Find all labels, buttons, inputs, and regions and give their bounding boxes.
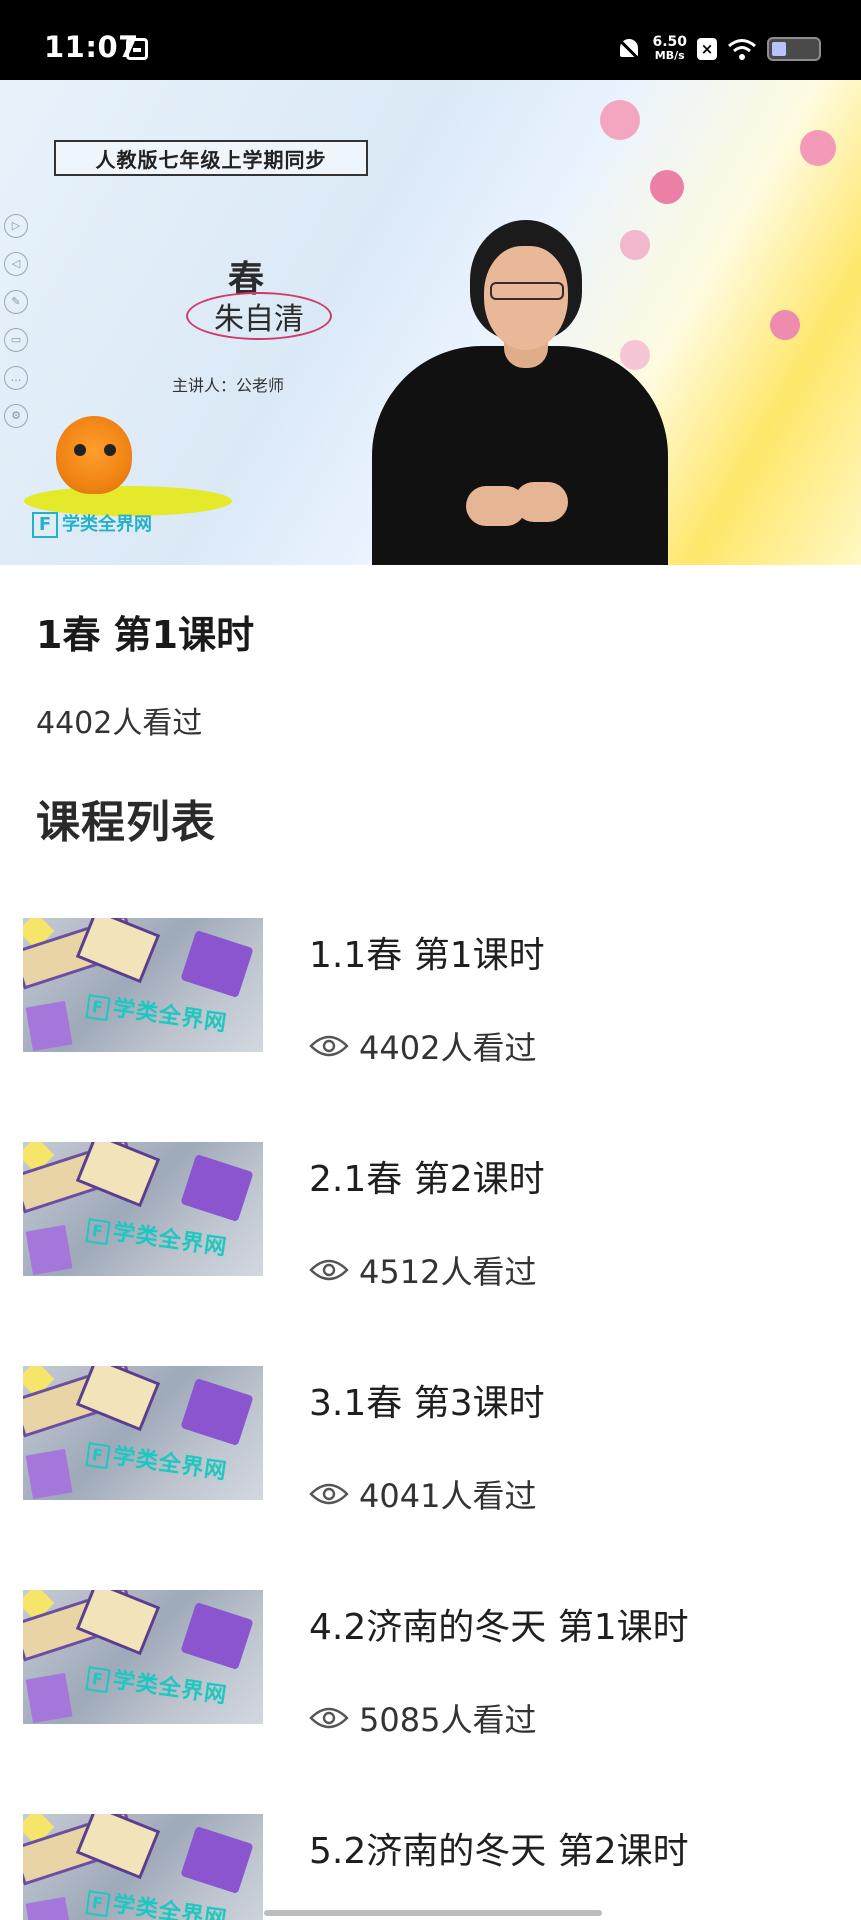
app-notification-icon xyxy=(126,38,148,60)
video-view-count: 4402人看过 xyxy=(36,706,203,741)
thumbnail-brand-text: 学类全界网 xyxy=(111,1891,229,1920)
x-badge-icon: × xyxy=(697,38,717,60)
course-list-item[interactable]: F 学类全界网 1.1春 第1课时 4402人看过 xyxy=(0,918,861,1088)
thumbnail-brand-text: 学类全界网 xyxy=(111,1219,229,1261)
course-meta: 4041人看过 xyxy=(309,1474,537,1515)
wifi-icon xyxy=(728,39,756,60)
eye-icon xyxy=(309,1707,349,1729)
thumbnail-brand: F 学类全界网 xyxy=(85,1882,229,1920)
course-list-item[interactable]: F 学类全界网 2.1春 第2课时 4512人看过 xyxy=(0,1142,861,1312)
network-speed-value: 6.50 xyxy=(652,34,687,50)
course-view-count: 4041人看过 xyxy=(359,1477,537,1515)
eye-icon xyxy=(309,1259,349,1281)
course-title[interactable]: 3.1春 第3课时 xyxy=(309,1374,545,1426)
status-icons: 6.50 MB/s × xyxy=(616,34,821,64)
battery-icon xyxy=(767,37,821,61)
blossom-decoration xyxy=(770,310,800,340)
status-time: 11:07 xyxy=(44,30,139,64)
course-list-item[interactable]: F 学类全界网 3.1春 第3课时 4041人看过 xyxy=(0,1366,861,1536)
bell-off-icon xyxy=(616,36,643,63)
thumbnail-brand: F 学类全界网 xyxy=(85,1210,229,1261)
teacher-figure xyxy=(372,220,668,565)
blossom-decoration xyxy=(650,170,684,204)
deer-mascot-icon xyxy=(56,416,132,494)
play-icon: ▷ xyxy=(4,214,28,238)
network-speed: 6.50 MB/s xyxy=(652,34,687,62)
back-icon: ◁ xyxy=(4,252,28,276)
brand-logo-text: 学类全界网 xyxy=(62,514,152,535)
thumbnail-brand-text: 学类全界网 xyxy=(111,1443,229,1485)
pen-icon: ✎ xyxy=(4,290,28,314)
course-title[interactable]: 2.1春 第2课时 xyxy=(309,1150,545,1202)
thumbnail-brand: F 学类全界网 xyxy=(85,986,229,1037)
course-list-item[interactable]: F 学类全界网 5.2济南的冬天 第2课时 xyxy=(0,1814,861,1920)
thumbnail-brand-text: 学类全界网 xyxy=(111,995,229,1037)
slide-author: 朱自清 xyxy=(186,292,332,340)
course-title[interactable]: 1.1春 第1课时 xyxy=(309,926,545,978)
video-player[interactable]: 人教版七年级上学期同步 春 朱自清 主讲人：公老师 ▷ ◁ ✎ ▭ … ⚙ F学… xyxy=(0,80,861,565)
course-thumbnail[interactable]: F 学类全界网 xyxy=(23,1142,263,1276)
course-view-count: 4512人看过 xyxy=(359,1253,537,1291)
screen-icon: ▭ xyxy=(4,328,28,352)
more-icon: … xyxy=(4,366,28,390)
course-view-count: 5085人看过 xyxy=(359,1701,537,1739)
course-meta: 4512人看过 xyxy=(309,1250,537,1291)
course-thumbnail[interactable]: F 学类全界网 xyxy=(23,1590,263,1724)
eye-icon xyxy=(309,1483,349,1505)
course-list-heading: 课程列表 xyxy=(36,797,216,848)
blossom-decoration xyxy=(800,130,836,166)
course-title[interactable]: 5.2济南的冬天 第2课时 xyxy=(309,1822,689,1874)
settings-icon: ⚙ xyxy=(4,404,28,428)
home-indicator[interactable] xyxy=(264,1910,602,1916)
course-thumbnail[interactable]: F 学类全界网 xyxy=(23,1814,263,1920)
network-speed-unit: MB/s xyxy=(654,49,685,62)
thumbnail-brand: F 学类全界网 xyxy=(85,1434,229,1485)
course-title[interactable]: 4.2济南的冬天 第1课时 xyxy=(309,1598,689,1650)
slide-speaker: 主讲人：公老师 xyxy=(172,376,285,395)
video-title: 1春 第1课时 xyxy=(36,613,255,657)
course-banner: 人教版七年级上学期同步 xyxy=(54,140,368,176)
course-thumbnail[interactable]: F 学类全界网 xyxy=(23,1366,263,1500)
thumbnail-brand-text: 学类全界网 xyxy=(111,1667,229,1709)
course-meta: 5085人看过 xyxy=(309,1698,537,1739)
eye-icon xyxy=(309,1035,349,1057)
blossom-decoration xyxy=(600,100,640,140)
thumbnail-brand: F 学类全界网 xyxy=(85,1658,229,1709)
course-list-item[interactable]: F 学类全界网 4.2济南的冬天 第1课时 5085人看过 xyxy=(0,1590,861,1760)
course-view-count: 4402人看过 xyxy=(359,1029,537,1067)
status-bar: 11:07 6.50 MB/s × xyxy=(0,0,861,80)
brand-logo: F 学类全界网 xyxy=(32,510,152,538)
slide-side-controls: ▷ ◁ ✎ ▭ … ⚙ xyxy=(4,214,28,428)
course-thumbnail[interactable]: F 学类全界网 xyxy=(23,918,263,1052)
course-meta: 4402人看过 xyxy=(309,1026,537,1067)
